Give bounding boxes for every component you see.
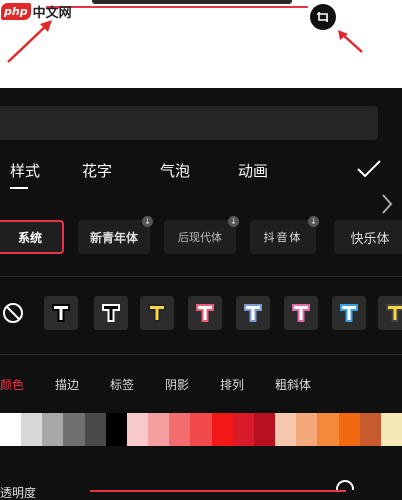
color-swatch[interactable]	[359, 413, 381, 446]
color-swatch[interactable]	[296, 413, 318, 446]
style-tabs: 样式 花字 气泡 动画	[0, 160, 402, 190]
watermark-badge: php	[1, 2, 31, 20]
color-swatch[interactable]	[42, 413, 64, 446]
opacity-slider-knob[interactable]	[336, 480, 354, 490]
text-style-preset[interactable]	[140, 296, 174, 330]
font-label: 快乐体	[350, 231, 390, 247]
text-style-presets	[0, 296, 402, 332]
subtab-shadow[interactable]: 阴影	[165, 376, 189, 393]
no-style-icon[interactable]	[2, 302, 24, 324]
text-style-preset[interactable]	[378, 296, 402, 330]
color-swatch[interactable]	[63, 413, 85, 446]
color-swatch-list	[0, 413, 402, 446]
color-swatch[interactable]	[253, 413, 276, 446]
video-preview: php 中文网	[0, 0, 402, 88]
divider	[0, 354, 402, 355]
text-style-preset[interactable]	[188, 296, 222, 330]
letter-t-icon	[292, 304, 310, 322]
confirm-check-icon[interactable]	[356, 158, 382, 180]
text-style-preset[interactable]	[236, 296, 270, 330]
tab-bubble[interactable]: 气泡	[160, 160, 190, 181]
letter-t-icon	[102, 304, 120, 322]
letter-t-icon	[52, 304, 70, 322]
text-style-preset[interactable]	[44, 296, 78, 330]
subtab-label[interactable]: 标签	[110, 376, 134, 393]
color-swatch[interactable]	[338, 413, 360, 446]
download-icon: ↓	[228, 216, 239, 227]
subtab-color[interactable]: 颜色	[0, 376, 24, 393]
chevron-right-icon[interactable]	[380, 192, 394, 216]
font-list: 系统 新青年体 ↓ 后现代体 ↓ 抖音体 ↓ 快乐体	[0, 216, 402, 256]
color-swatch[interactable]	[232, 413, 254, 446]
letter-t-icon	[244, 304, 262, 322]
letter-t-icon	[148, 304, 166, 322]
rotate-icon	[317, 12, 328, 22]
letter-t-icon	[340, 304, 358, 322]
text-box-edge	[46, 6, 308, 8]
divider	[0, 276, 402, 277]
opacity-control: 透明度	[0, 480, 402, 500]
tab-fancy-text[interactable]: 花字	[82, 160, 112, 181]
color-swatch[interactable]	[84, 413, 106, 446]
opacity-slider-track[interactable]	[90, 490, 346, 492]
font-label: 系统	[17, 230, 42, 245]
color-swatch[interactable]	[380, 413, 402, 446]
color-swatch[interactable]	[148, 413, 170, 446]
annotation-arrow-icon	[7, 20, 52, 63]
font-item-kuaile[interactable]: 快乐体	[334, 220, 402, 254]
download-icon: ↓	[308, 216, 319, 227]
preview-text-fragment	[92, 0, 292, 4]
color-swatch[interactable]	[211, 413, 233, 446]
annotation-arrow-icon	[338, 30, 363, 53]
font-label: 抖音体	[263, 231, 303, 244]
color-swatch[interactable]	[126, 413, 149, 446]
tab-animation[interactable]: 动画	[238, 160, 268, 181]
text-input[interactable]	[0, 106, 378, 140]
subtab-stroke[interactable]: 描边	[55, 376, 79, 393]
rotate-scale-button[interactable]	[310, 4, 336, 30]
font-item-houxiandai[interactable]: 后现代体 ↓	[164, 216, 239, 254]
text-style-preset[interactable]	[332, 296, 366, 330]
font-label: 后现代体	[178, 231, 222, 244]
font-label: 新青年体	[89, 230, 138, 245]
text-style-preset[interactable]	[284, 296, 318, 330]
font-item-system[interactable]: 系统	[0, 220, 64, 254]
color-swatch[interactable]	[0, 413, 22, 446]
opacity-label: 透明度	[0, 486, 37, 500]
color-swatch[interactable]	[21, 413, 43, 446]
active-tab-indicator	[10, 187, 28, 189]
font-item-xinqingnian[interactable]: 新青年体 ↓	[78, 216, 153, 254]
color-swatch[interactable]	[105, 413, 127, 446]
text-style-panel: 样式 花字 气泡 动画 系统 新青年体 ↓ 后现代体 ↓ 抖音体 ↓ 快乐体 颜…	[0, 88, 402, 500]
tab-style[interactable]: 样式	[10, 160, 40, 181]
text-style-preset[interactable]	[94, 296, 128, 330]
letter-t-icon	[386, 304, 402, 322]
style-sub-tabs: 颜色 描边 标签 阴影 排列 粗斜体	[0, 376, 402, 396]
font-item-douyin[interactable]: 抖音体 ↓	[250, 216, 319, 254]
subtab-bold-italic[interactable]: 粗斜体	[275, 376, 311, 393]
color-swatch[interactable]	[190, 413, 212, 446]
color-swatch[interactable]	[275, 413, 297, 446]
color-swatch[interactable]	[169, 413, 191, 446]
download-icon: ↓	[142, 216, 153, 227]
letter-t-icon	[196, 304, 214, 322]
color-swatch[interactable]	[317, 413, 339, 446]
subtab-arrange[interactable]: 排列	[220, 376, 244, 393]
